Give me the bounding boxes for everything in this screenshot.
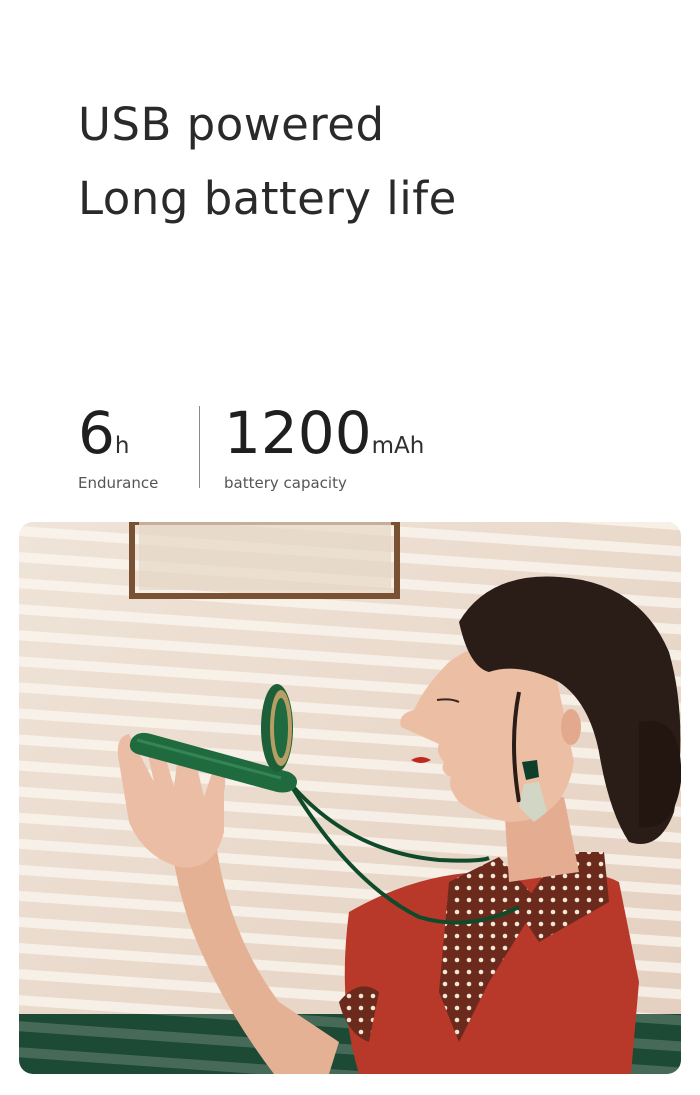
headline-usb-powered: USB powered bbox=[78, 98, 385, 151]
ear bbox=[561, 709, 581, 745]
spec-capacity-unit: mAh bbox=[371, 433, 425, 459]
spec-capacity-value: 1200 bbox=[224, 399, 372, 467]
spec-endurance-value: 6 bbox=[78, 399, 115, 467]
product-lifestyle-photo bbox=[19, 522, 681, 1074]
spec-endurance: 6h Endurance bbox=[78, 404, 158, 492]
spec-capacity-label: battery capacity bbox=[224, 474, 347, 492]
headline-battery-life: Long battery life bbox=[78, 172, 457, 225]
spec-battery-capacity: 1200mAh battery capacity bbox=[224, 404, 424, 492]
spec-endurance-label: Endurance bbox=[78, 474, 159, 492]
spec-divider bbox=[199, 406, 200, 488]
photo-illustration bbox=[19, 522, 681, 1074]
spec-endurance-unit: h bbox=[114, 433, 130, 459]
